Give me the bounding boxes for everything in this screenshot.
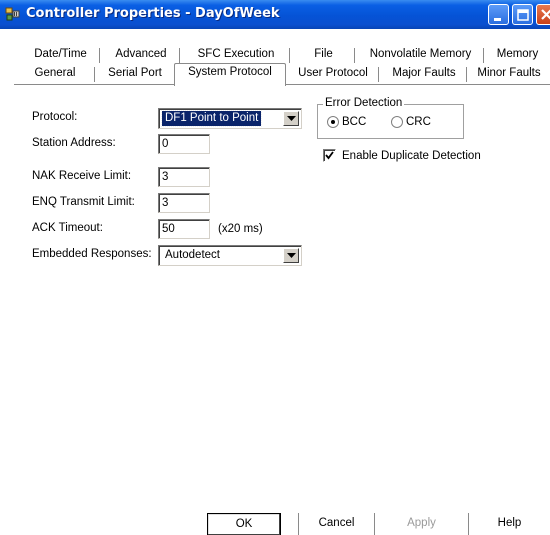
chevron-down-icon [287,253,296,258]
tab-label: General [34,67,76,79]
tab-label: Memory [496,48,539,60]
ack-timeout-field[interactable]: 50 [158,219,210,239]
cancel-button[interactable]: Cancel [298,513,374,535]
tab-nonvolatile-memory[interactable]: Nonvolatile Memory [356,46,485,65]
maximize-button[interactable] [512,4,533,25]
embedded-responses-select[interactable]: Autodetect [158,245,302,266]
tab-label: SFC Execution [197,48,275,60]
duplicate-detection-checkbox[interactable] [323,149,336,162]
tab-label: Serial Port [108,67,162,79]
tab-serial-port[interactable]: Serial Port [96,65,174,84]
crc-label[interactable]: CRC [406,116,431,128]
nak-receive-limit-field[interactable]: 3 [158,167,210,187]
tab-user-protocol[interactable]: User Protocol [286,65,380,84]
tab-label: Minor Faults [477,67,541,79]
close-icon [541,9,550,20]
tab-row-2: General Serial Port System Protocol User… [0,63,550,86]
crc-radio[interactable] [391,116,403,128]
minimize-button[interactable] [488,4,509,25]
tab-minor-faults[interactable]: Minor Faults [468,65,550,84]
ack-timeout-unit: (x20 ms) [218,223,263,235]
minimize-icon [494,18,501,21]
controller-app-icon[interactable] [5,6,21,22]
tab-major-faults[interactable]: Major Faults [380,65,468,84]
help-button[interactable]: Help [468,513,550,535]
protocol-select[interactable]: DF1 Point to Point [158,108,302,129]
tab-label: Date/Time [34,48,87,60]
close-button[interactable] [536,4,550,25]
embedded-responses-value: Autodetect [165,249,220,261]
ack-timeout-label: ACK Timeout: [32,222,103,234]
tab-system-protocol[interactable]: System Protocol [174,63,286,86]
duplicate-detection-label[interactable]: Enable Duplicate Detection [342,150,481,162]
chevron-down-icon [287,116,296,121]
tab-advanced[interactable]: Advanced [101,46,181,65]
checkmark-icon [325,151,334,160]
tab-label: File [314,48,333,60]
protocol-selected-value: DF1 Point to Point [160,110,263,127]
error-detection-title: Error Detection [323,97,405,109]
tab-label: Advanced [115,48,167,60]
radio-unselected-icon [391,116,403,128]
window-title: Controller Properties - DayOfWeek [26,6,280,21]
enq-transmit-limit-label: ENQ Transmit Limit: [32,196,135,208]
tab-label: Major Faults [392,67,456,79]
tab-memory[interactable]: Memory [485,46,550,65]
bcc-label[interactable]: BCC [342,116,366,128]
embedded-responses-label: Embedded Responses: [32,248,152,260]
maximize-icon [517,9,529,21]
radio-selected-icon [327,116,339,128]
tab-date-time[interactable]: Date/Time [20,46,101,65]
protocol-dropdown-button[interactable] [283,111,299,126]
embedded-responses-dropdown-button[interactable] [283,248,299,263]
tab-label: User Protocol [298,67,368,79]
station-address-field[interactable]: 0 [158,134,210,154]
protocol-label: Protocol: [32,111,78,123]
station-address-label: Station Address: [32,137,116,149]
ok-button[interactable]: OK [207,513,281,535]
nak-receive-limit-label: NAK Receive Limit: [32,170,132,182]
apply-button: Apply [374,513,468,535]
tab-file[interactable]: File [291,46,356,65]
tab-label: Nonvolatile Memory [369,48,472,60]
bcc-radio[interactable] [327,116,339,128]
title-bar[interactable]: Controller Properties - DayOfWeek [0,0,550,29]
enq-transmit-limit-field[interactable]: 3 [158,193,210,213]
tab-label: System Protocol [188,66,272,78]
tab-general[interactable]: General [14,65,96,84]
